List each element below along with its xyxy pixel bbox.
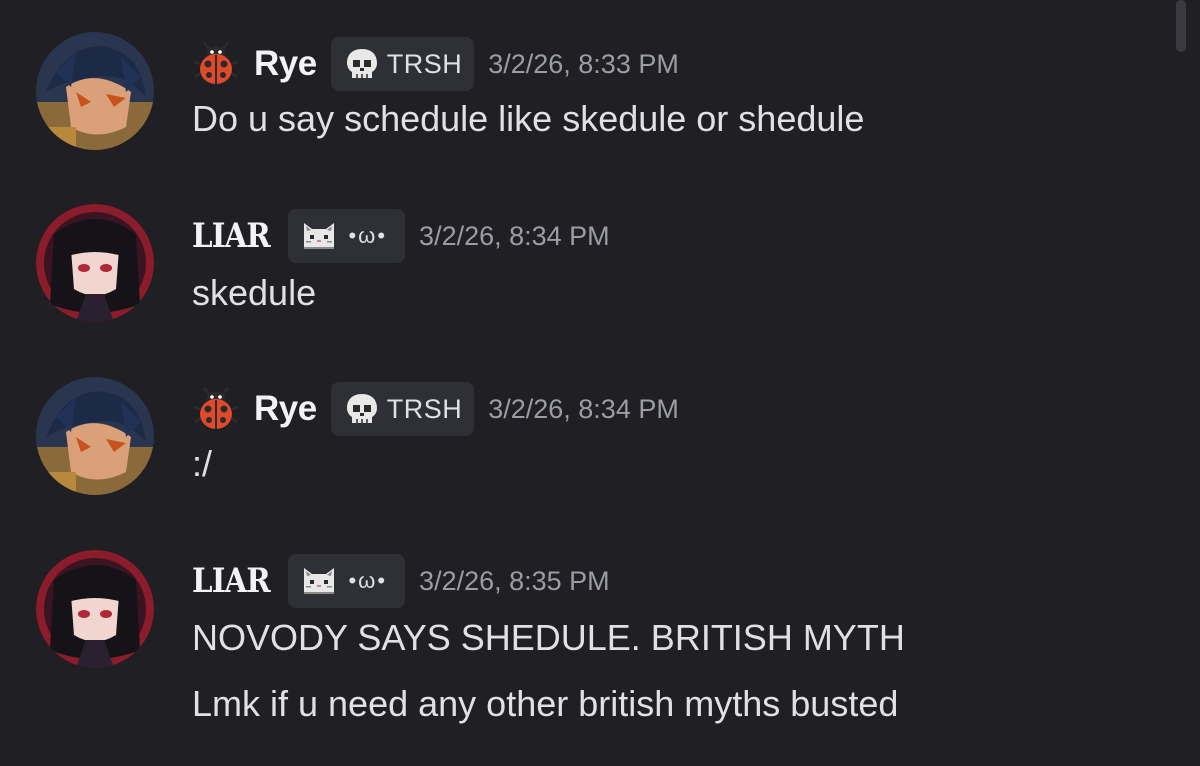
message-item: Rye TRSH 3/2/26, 8:33 PM Do u say schedu… [0, 0, 1160, 170]
message-header: Rye TRSH 3/2/26, 8:34 PM [192, 381, 679, 437]
username[interactable]: Rye [254, 389, 317, 429]
message-content: :/ [192, 443, 213, 484]
message-content: Lmk if u need any other british myths bu… [192, 683, 899, 724]
server-tag[interactable]: •ω• [288, 554, 406, 608]
message-item: LIAR •ω• 3/2/26 [0, 525, 1160, 766]
message-content: Do u say schedule like skedule or shedul… [192, 98, 865, 139]
message-header: Rye TRSH 3/2/26, 8:33 PM [192, 36, 679, 92]
server-tag[interactable]: TRSH [330, 37, 475, 91]
username[interactable]: Rye [254, 44, 317, 84]
avatar[interactable] [36, 377, 154, 495]
avatar-image [36, 204, 154, 322]
username[interactable]: LIAR [192, 216, 271, 256]
cat-icon [300, 217, 338, 255]
timestamp: 3/2/26, 8:35 PM [419, 565, 610, 596]
skull-icon [343, 45, 381, 83]
ladybug-icon [192, 40, 240, 88]
message-header: LIAR •ω• 3/2/26 [192, 208, 610, 264]
avatar-image [36, 377, 154, 495]
message-content: NOVODY SAYS SHEDULE. BRITISH MYTH [192, 617, 905, 658]
ladybug-icon [192, 385, 240, 433]
server-tag[interactable]: TRSH [330, 382, 475, 436]
server-tag-label: •ω• [348, 568, 388, 593]
cat-icon [300, 562, 338, 600]
timestamp: 3/2/26, 8:34 PM [488, 393, 679, 424]
message-content: skedule [192, 272, 317, 313]
avatar-image [36, 32, 154, 150]
avatar[interactable] [36, 32, 154, 150]
message-list: Rye TRSH 3/2/26, 8:33 PM Do u say schedu… [0, 0, 1200, 766]
server-tag-label: TRSH [386, 393, 463, 424]
timestamp: 3/2/26, 8:34 PM [419, 220, 610, 251]
message-header: LIAR •ω• 3/2/26 [192, 553, 610, 609]
avatar-image [36, 550, 154, 668]
skull-icon [343, 390, 381, 428]
server-tag[interactable]: •ω• [288, 209, 406, 263]
message-item: Rye TRSH 3/2/26, 8:34 PM :/ [0, 350, 1160, 520]
timestamp: 3/2/26, 8:33 PM [488, 48, 679, 79]
avatar[interactable] [36, 204, 154, 322]
message-item: LIAR •ω• 3/2/26 [0, 180, 1160, 350]
server-tag-label: •ω• [348, 223, 388, 248]
username[interactable]: LIAR [192, 561, 271, 601]
avatar[interactable] [36, 550, 154, 668]
server-tag-label: TRSH [386, 48, 463, 79]
scrollbar[interactable] [1176, 0, 1186, 52]
